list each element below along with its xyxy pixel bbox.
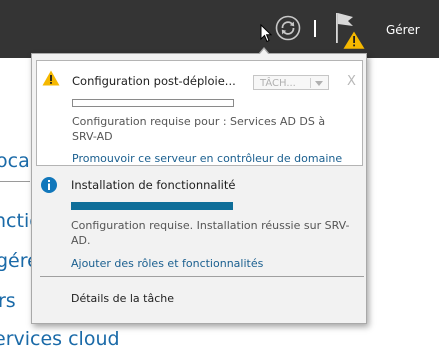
manage-menu[interactable]: Gérer [386,23,420,37]
progress-bar [72,99,234,107]
refresh-icon[interactable] [275,15,301,41]
notification-title: Configuration post-déploie... [72,74,236,88]
bg-text-serveurs[interactable]: rs [0,290,16,312]
add-roles-features-link[interactable]: Ajouter des rôles et fonctionnalités [71,257,263,270]
dropdown-divider [310,78,311,88]
notification-message: Configuration requise. Installation réus… [71,219,350,247]
panel-divider [40,276,364,277]
mouse-cursor-icon [260,24,273,43]
panel-pointer-inner [259,49,269,55]
notification-message: Configuration requise pour : Services AD… [72,115,326,143]
warning-icon [42,70,60,86]
notifications-panel: Configuration post-déploie... TÂCH... X … [31,53,367,324]
notification-title: Installation de fonctionnalité [71,178,236,192]
warning-icon [342,30,366,50]
notification-post-deployment: Configuration post-déploie... TÂCH... X … [36,60,363,166]
bg-divider [0,181,30,182]
task-details-link[interactable]: Détails de la tâche [71,292,174,305]
promote-domain-controller-link[interactable]: Promouvoir ce serveur en contrôleur de d… [72,152,342,165]
toolbar-separator [314,20,316,37]
server-manager-toolbar: Gérer [0,0,439,58]
progress-bar-fill [72,203,232,209]
info-icon [41,177,57,193]
chevron-down-icon [315,81,323,86]
notification-flag-icon[interactable] [333,12,367,50]
bg-text-local: ocal [0,150,35,172]
progress-bar [71,202,233,210]
bg-text-cloud[interactable]: ervices cloud [0,328,120,350]
close-icon[interactable]: X [347,74,356,89]
task-dropdown-value: TÂCH... [260,78,296,89]
task-dropdown[interactable]: TÂCH... [253,75,329,90]
